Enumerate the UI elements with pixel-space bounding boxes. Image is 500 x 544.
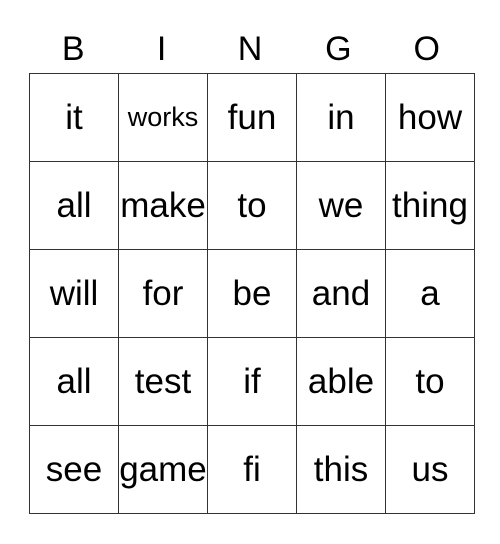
bingo-cell[interactable]: able: [296, 337, 386, 426]
bingo-row: it works fun in how: [29, 73, 475, 162]
bingo-cell[interactable]: all: [29, 161, 119, 250]
bingo-cell[interactable]: to: [385, 337, 475, 426]
bingo-cell[interactable]: make: [118, 161, 208, 250]
bingo-cell[interactable]: we: [296, 161, 386, 250]
bingo-cell[interactable]: works: [118, 73, 208, 162]
bingo-row: will for be and a: [29, 249, 475, 338]
bingo-cell[interactable]: and: [296, 249, 386, 338]
bingo-cell[interactable]: for: [118, 249, 208, 338]
bingo-row: all test if able to: [29, 337, 475, 426]
bingo-cell[interactable]: to: [207, 161, 297, 250]
bingo-cell[interactable]: game: [118, 425, 208, 514]
header-letter-n: N: [237, 30, 263, 68]
bingo-cell[interactable]: thing: [385, 161, 475, 250]
bingo-cell[interactable]: if: [207, 337, 297, 426]
bingo-cell[interactable]: a: [385, 249, 475, 338]
bingo-cell[interactable]: all: [29, 337, 119, 426]
bingo-cell[interactable]: will: [29, 249, 119, 338]
header-letter-i: I: [156, 30, 167, 68]
bingo-cell[interactable]: it: [29, 73, 119, 162]
header-letter-b: B: [61, 30, 85, 68]
bingo-cell[interactable]: fi: [207, 425, 297, 514]
bingo-cell[interactable]: in: [296, 73, 386, 162]
bingo-cell[interactable]: see: [29, 425, 119, 514]
bingo-cell[interactable]: how: [385, 73, 475, 162]
bingo-cell[interactable]: be: [207, 249, 297, 338]
bingo-cell[interactable]: test: [118, 337, 208, 426]
bingo-row: all make to we thing: [29, 161, 475, 250]
bingo-cell[interactable]: us: [385, 425, 475, 514]
bingo-header: B I N G O: [29, 26, 471, 72]
bingo-cell[interactable]: this: [296, 425, 386, 514]
bingo-grid: it works fun in how all make to we thing will for be…: [29, 73, 475, 514]
header-letter-o: O: [413, 30, 440, 68]
header-letter-g: G: [325, 30, 352, 68]
bingo-row: see game fi this us: [29, 425, 475, 514]
bingo-cell[interactable]: fun: [207, 73, 297, 162]
